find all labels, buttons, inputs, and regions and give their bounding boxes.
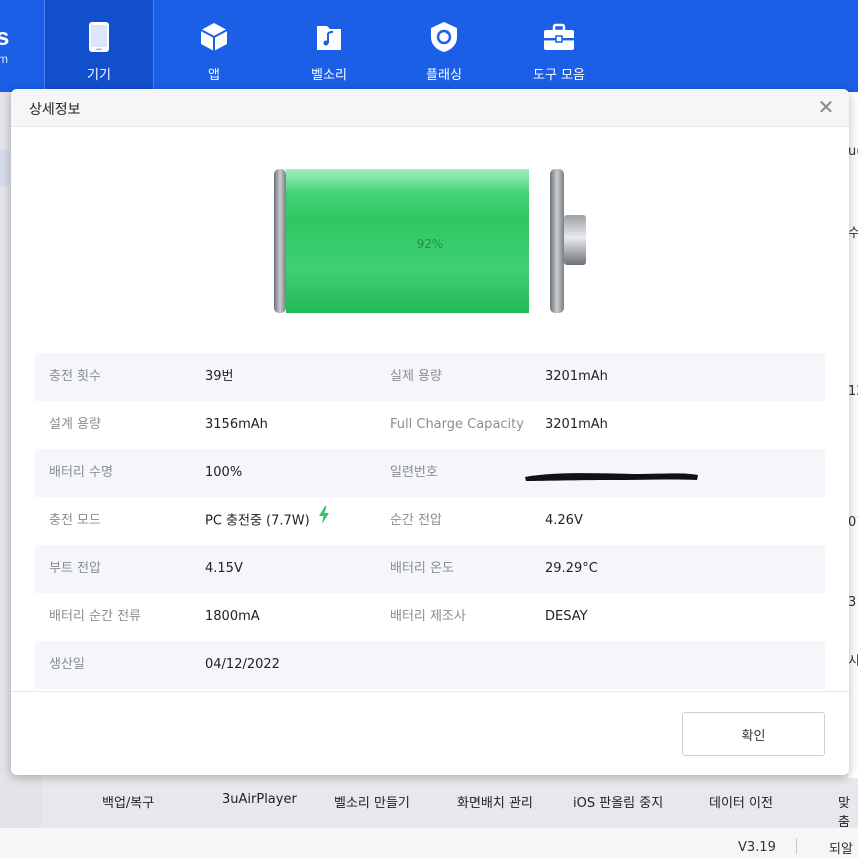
table-row: 부트 전압 4.15V 배터리 온도 29.29°C	[35, 545, 825, 593]
status-text-fragment[interactable]: 되알	[829, 838, 853, 857]
battery-info-table: 충전 횟수 39번 실제 용량 3201mAh 설계 용량 3156mAh Fu…	[35, 353, 825, 689]
info-value: 3201mAh	[545, 369, 608, 384]
edge-text-fragment: 시	[848, 654, 858, 669]
info-key: 배터리 제조사	[390, 609, 466, 624]
background-sidebar-selection	[0, 150, 10, 186]
table-row: 충전 횟수 39번 실제 용량 3201mAh	[35, 353, 825, 401]
edge-text-fragment: 12	[848, 384, 858, 399]
table-row: 설계 용량 3156mAh Full Charge Capacity 3201m…	[35, 401, 825, 449]
info-key: 충전 모드	[49, 513, 101, 528]
nav-label: 플래싱	[426, 68, 462, 83]
top-bar: s m 기기 앱 벨소리 플래싱 도구 모음	[0, 0, 858, 92]
lightning-bolt-icon	[318, 497, 330, 545]
info-key: 실제 용량	[390, 369, 442, 384]
brand-logo-text: s	[0, 24, 10, 51]
info-value: 04/12/2022	[205, 657, 280, 672]
info-value: 39번	[205, 369, 234, 384]
battery-percent-label: 92%	[416, 237, 444, 251]
refresh-shield-icon	[428, 20, 460, 54]
info-value: 1800mA	[205, 609, 260, 624]
info-value: 3201mAh	[545, 417, 608, 432]
table-row: 배터리 수명 100% 일련번호	[35, 449, 825, 497]
nav-tab-ringtones[interactable]: 벨소리	[274, 0, 384, 92]
music-note-icon	[313, 20, 345, 54]
info-key: 배터리 수명	[49, 465, 113, 480]
background-content-edge	[848, 92, 858, 832]
info-value: 3156mAh	[205, 417, 268, 432]
edge-text-fragment: 3	[848, 595, 857, 610]
dialog-header: 상세정보 ✕	[11, 89, 849, 127]
nav-label: 도구 모음	[533, 68, 585, 83]
status-bar	[0, 828, 858, 858]
table-row: 배터리 순간 전류 1800mA 배터리 제조사 DESAY	[35, 593, 825, 641]
table-row: 생산일 04/12/2022	[35, 641, 825, 689]
nav-label: 앱	[208, 68, 220, 83]
info-value: DESAY	[545, 609, 588, 624]
nav-tab-apps[interactable]: 앱	[159, 0, 269, 92]
version-label: V3.19	[738, 840, 776, 855]
info-key: 부트 전압	[49, 561, 101, 576]
phone-icon	[83, 20, 115, 54]
edge-text-fragment: 01	[848, 515, 858, 530]
info-key: 순간 전압	[390, 513, 442, 528]
info-value: PC 충전중 (7.7W)	[205, 513, 310, 529]
toolbar-stop-ios-update[interactable]: iOS 판올림 중지	[573, 792, 663, 811]
edge-text-fragment: u(	[848, 144, 858, 159]
toolbar-backup-restore[interactable]: 백업/복구	[102, 792, 154, 811]
nav-tab-flashing[interactable]: 플래싱	[389, 0, 499, 92]
toolbar-icon-layout[interactable]: 화면배치 관리	[457, 792, 533, 811]
dialog-title: 상세정보	[29, 102, 81, 118]
info-value: 29.29°C	[545, 561, 598, 576]
brand-subtext: m	[0, 52, 8, 66]
nav-tab-toolbox[interactable]: 도구 모음	[504, 0, 614, 92]
cube-icon	[198, 20, 230, 54]
battery-detail-dialog: 상세정보 ✕ 92% 충전 횟수 39번 실제 용량 3201mAh 설계 용량…	[11, 89, 849, 775]
redaction-scribble	[523, 468, 701, 484]
nav-label: 벨소리	[311, 68, 347, 83]
toolbar-data-transfer[interactable]: 데이터 이전	[709, 792, 773, 811]
info-value: 4.15V	[205, 561, 243, 576]
toolbar-make-ringtone[interactable]: 벨소리 만들기	[334, 792, 410, 811]
edge-text-fragment: 수	[848, 226, 858, 241]
battery-graphic: 92%	[270, 167, 590, 317]
nav-tab-device[interactable]: 기기	[44, 0, 154, 92]
nav-label: 기기	[87, 68, 111, 83]
info-key: 일련번호	[390, 465, 438, 480]
info-key: 설계 용량	[49, 417, 101, 432]
info-key: Full Charge Capacity	[390, 417, 524, 432]
info-key: 배터리 순간 전류	[49, 609, 141, 624]
close-icon[interactable]: ✕	[814, 95, 838, 119]
info-value-wrap: PC 충전중 (7.7W)	[205, 497, 330, 545]
status-divider	[796, 838, 797, 854]
table-row: 충전 모드 PC 충전중 (7.7W) 순간 전압 4.26V	[35, 497, 825, 545]
toolbox-icon	[543, 20, 575, 54]
info-key: 생산일	[49, 657, 85, 672]
info-key: 충전 횟수	[49, 369, 101, 384]
toolbar-airplayer[interactable]: 3uAirPlayer	[222, 792, 297, 807]
dialog-footer-divider	[11, 691, 849, 692]
info-value: 100%	[205, 465, 243, 480]
info-value: 4.26V	[545, 513, 583, 528]
confirm-button[interactable]: 확인	[682, 712, 825, 756]
info-key: 배터리 온도	[390, 561, 454, 576]
toolbar-custom[interactable]: 맞춤	[838, 792, 858, 830]
